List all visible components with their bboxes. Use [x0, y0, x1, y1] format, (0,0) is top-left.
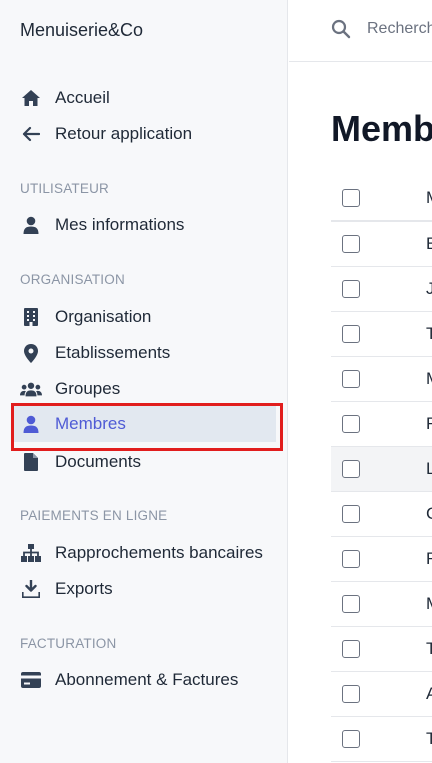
section-label-organisation: ORGANISATION: [20, 272, 125, 287]
nav-label-membres: Membres: [55, 414, 126, 433]
row-checkbox[interactable]: [342, 640, 360, 658]
sitemap-icon: [20, 542, 42, 564]
nav-label-rapprochements: Rapprochements bancaires: [55, 543, 263, 562]
search-input[interactable]: [367, 16, 432, 42]
table-row[interactable]: L: [331, 447, 432, 492]
row-checkbox[interactable]: [342, 550, 360, 568]
nav-label-mes-informations: Mes informations: [55, 215, 185, 234]
row-checkbox[interactable]: [342, 235, 360, 253]
page-title: Memb: [331, 108, 432, 149]
table-row[interactable]: E: [331, 222, 432, 267]
users-icon: [20, 378, 42, 400]
sidebar: Menuiserie&Co Accueil Retour application…: [0, 0, 288, 763]
row-checkbox[interactable]: [342, 595, 360, 613]
nav-label-retour: Retour application: [55, 124, 193, 143]
nav-label-etablissements: Etablissements: [55, 343, 171, 362]
table-cell: F: [426, 414, 432, 433]
table-row[interactable]: T: [331, 627, 432, 672]
nav-label-accueil: Accueil: [55, 88, 110, 107]
select-all-checkbox[interactable]: [342, 188, 360, 207]
table-cell: E: [426, 234, 432, 253]
nav-label-documents: Documents: [55, 452, 141, 471]
table-cell: A: [426, 684, 432, 703]
table-row[interactable]: M: [331, 357, 432, 402]
row-checkbox[interactable]: [342, 685, 360, 703]
nav-label-exports: Exports: [55, 579, 113, 598]
nav-item-documents[interactable]: Documents: [12, 444, 276, 480]
nav-item-rapprochements[interactable]: Rapprochements bancaires: [12, 535, 276, 571]
row-checkbox[interactable]: [342, 730, 360, 748]
row-checkbox[interactable]: [342, 325, 360, 343]
table-row[interactable]: R: [331, 537, 432, 582]
user-icon: [20, 413, 42, 435]
table-row[interactable]: T: [331, 717, 432, 762]
table-row[interactable]: F: [331, 402, 432, 447]
table-cell: M: [426, 369, 432, 389]
nav-item-abonnement[interactable]: Abonnement & Factures: [12, 662, 276, 698]
arrow-left-icon: [20, 123, 42, 145]
nav-item-membres[interactable]: Membres: [11, 403, 283, 451]
nav-item-accueil[interactable]: Accueil: [12, 80, 276, 116]
row-checkbox[interactable]: [342, 415, 360, 433]
table-cell: T: [426, 324, 432, 343]
map-pin-icon: [20, 342, 42, 364]
top-bar: [289, 0, 432, 62]
row-checkbox[interactable]: [342, 280, 360, 298]
table-row[interactable]: T: [331, 312, 432, 357]
home-icon: [20, 87, 42, 109]
file-icon: [20, 451, 42, 473]
credit-card-icon: [20, 669, 42, 691]
table-row[interactable]: J: [331, 267, 432, 312]
nav-item-mes-informations[interactable]: Mes informations: [12, 207, 276, 243]
building-icon: [20, 306, 42, 328]
table-cell: C: [426, 504, 432, 524]
section-label-utilisateur: UTILISATEUR: [20, 181, 109, 196]
row-checkbox[interactable]: [342, 460, 360, 478]
table-row[interactable]: C: [331, 492, 432, 537]
user-icon: [20, 214, 42, 236]
table-cell: T: [426, 729, 432, 748]
nav-label-abonnement: Abonnement & Factures: [55, 670, 239, 689]
table-cell: J: [426, 279, 432, 298]
search-icon: [331, 19, 353, 41]
nav-item-retour-application[interactable]: Retour application: [12, 116, 276, 152]
brand-name: Menuiserie&Co: [20, 20, 144, 40]
row-checkbox[interactable]: [342, 505, 360, 523]
table-cell: R: [426, 549, 432, 569]
section-label-facturation: FACTURATION: [20, 636, 117, 651]
table-cell: T: [426, 639, 432, 658]
table-cell: M: [426, 594, 432, 614]
table-header-row: M: [331, 175, 432, 222]
nav-label-organisation: Organisation: [55, 307, 152, 326]
table-cell: L: [426, 459, 432, 478]
table-header-cell: M: [426, 188, 432, 208]
nav-item-groupes[interactable]: Groupes: [12, 371, 276, 407]
row-checkbox[interactable]: [342, 370, 360, 388]
nav-item-organisation[interactable]: Organisation: [12, 299, 276, 335]
table-row[interactable]: A: [331, 672, 432, 717]
nav-item-etablissements[interactable]: Etablissements: [12, 335, 276, 371]
download-icon: [20, 578, 42, 600]
nav-label-groupes: Groupes: [55, 379, 121, 398]
members-table: M E J T M F L C R M T A T: [331, 175, 432, 762]
table-row[interactable]: M: [331, 582, 432, 627]
section-label-paiements: PAIEMENTS EN LIGNE: [20, 508, 168, 523]
nav-item-exports[interactable]: Exports: [12, 571, 276, 607]
